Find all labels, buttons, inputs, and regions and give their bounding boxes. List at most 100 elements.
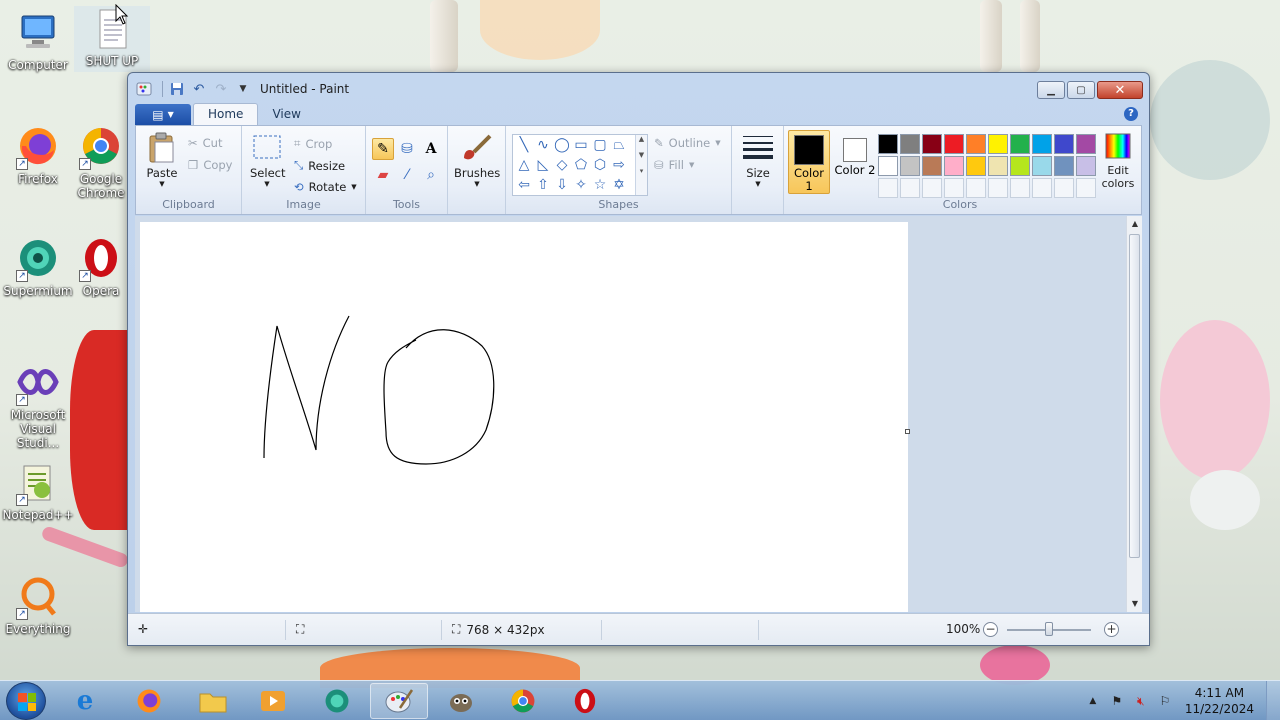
- custom-color-slot[interactable]: [1076, 178, 1096, 198]
- rounded-rectangle-shape-icon[interactable]: ▢: [591, 136, 609, 154]
- action-center-icon[interactable]: ⚑: [1109, 693, 1125, 709]
- oval-shape-icon[interactable]: ◯: [553, 136, 571, 154]
- palette-swatch[interactable]: [878, 156, 898, 176]
- custom-color-slot[interactable]: [1054, 178, 1074, 198]
- line-shape-icon[interactable]: ╲: [515, 136, 533, 154]
- custom-color-slot[interactable]: [878, 178, 898, 198]
- edit-colors-button[interactable]: Edit colors: [1100, 132, 1136, 190]
- rectangle-shape-icon[interactable]: ▭: [572, 136, 590, 154]
- palette-swatch[interactable]: [922, 156, 942, 176]
- palette-swatch[interactable]: [1054, 156, 1074, 176]
- palette-swatch[interactable]: [944, 156, 964, 176]
- pencil-icon[interactable]: ✎: [372, 138, 394, 160]
- palette-swatch[interactable]: [1010, 134, 1030, 154]
- size-button[interactable]: Size ▼: [736, 132, 780, 188]
- custom-color-slot[interactable]: [944, 178, 964, 198]
- color-picker-icon[interactable]: ⁄: [396, 164, 418, 186]
- palette-swatch[interactable]: [988, 134, 1008, 154]
- paint-menu-button[interactable]: ▤ ▼: [135, 104, 191, 125]
- tab-view[interactable]: View: [258, 104, 314, 125]
- paint-window[interactable]: ↶ ↷ ▼ Untitled - Paint ▁ ▢ ✕ ▤ ▼ Home Vie…: [127, 72, 1150, 646]
- desktop-icon-supermium[interactable]: ↗ Supermium: [0, 236, 76, 298]
- zoom-slider-thumb[interactable]: [1045, 622, 1053, 636]
- curve-shape-icon[interactable]: ∿: [534, 136, 552, 154]
- palette-swatch[interactable]: [1076, 156, 1096, 176]
- palette-swatch[interactable]: [1032, 134, 1052, 154]
- taskbar-paint[interactable]: [370, 683, 428, 719]
- palette-swatch[interactable]: [900, 134, 920, 154]
- triangle-shape-icon[interactable]: △: [515, 156, 533, 174]
- color2-button[interactable]: Color 2: [834, 130, 876, 194]
- eraser-icon[interactable]: ▰: [372, 164, 394, 186]
- undo-icon[interactable]: ↶: [191, 81, 207, 97]
- title-bar[interactable]: ↶ ↷ ▼ Untitled - Paint ▁ ▢ ✕: [128, 73, 1149, 103]
- fill-button[interactable]: ⛁ Fill ▼: [654, 158, 694, 172]
- taskbar-firefox[interactable]: [120, 683, 178, 719]
- palette-swatch[interactable]: [1054, 134, 1074, 154]
- volume-muted-icon[interactable]: 🔇︎: [1133, 693, 1149, 709]
- vertical-scrollbar[interactable]: ▲ ▼: [1126, 216, 1142, 612]
- taskbar-chrome[interactable]: [494, 683, 552, 719]
- fill-bucket-icon[interactable]: ⛁: [396, 138, 418, 160]
- custom-color-slot[interactable]: [900, 178, 920, 198]
- diamond-shape-icon[interactable]: ◇: [553, 156, 571, 174]
- palette-swatch[interactable]: [922, 134, 942, 154]
- taskbar-opera[interactable]: [556, 683, 614, 719]
- palette-swatch[interactable]: [944, 134, 964, 154]
- network-icon[interactable]: ⚐: [1157, 693, 1173, 709]
- pentagon-shape-icon[interactable]: ⬠: [572, 156, 590, 174]
- right-arrow-shape-icon[interactable]: ⇨: [610, 156, 628, 174]
- six-point-star-shape-icon[interactable]: ✡: [610, 176, 628, 194]
- desktop-icon-firefox[interactable]: ↗ Firefox: [0, 124, 76, 186]
- palette-swatch[interactable]: [1076, 134, 1096, 154]
- zoom-out-button[interactable]: −: [983, 622, 998, 637]
- palette-swatch[interactable]: [966, 134, 986, 154]
- left-arrow-shape-icon[interactable]: ⇦: [515, 176, 533, 194]
- desktop-icon-notepadpp[interactable]: ↗ Notepad++: [0, 460, 76, 522]
- five-point-star-shape-icon[interactable]: ☆: [591, 176, 609, 194]
- show-desktop-button[interactable]: [1266, 681, 1280, 720]
- tab-home[interactable]: Home: [193, 103, 259, 125]
- palette-swatch[interactable]: [878, 134, 898, 154]
- color1-button[interactable]: Color 1: [788, 130, 830, 194]
- custom-color-slot[interactable]: [1010, 178, 1030, 198]
- help-icon[interactable]: ?: [1124, 107, 1138, 121]
- show-hidden-icons-icon[interactable]: ▲: [1085, 693, 1101, 709]
- resize-button[interactable]: ⤡ Resize: [294, 158, 345, 173]
- taskbar-gimp[interactable]: [432, 683, 490, 719]
- magnifier-icon[interactable]: ⌕: [420, 164, 442, 186]
- palette-swatch[interactable]: [1032, 156, 1052, 176]
- palette-swatch[interactable]: [988, 156, 1008, 176]
- custom-color-slot[interactable]: [988, 178, 1008, 198]
- scroll-thumb[interactable]: [1129, 234, 1140, 558]
- canvas-resize-handle[interactable]: [905, 429, 910, 434]
- palette-swatch[interactable]: [1010, 156, 1030, 176]
- crop-button[interactable]: ⌗ Crop: [294, 136, 332, 151]
- down-arrow-shape-icon[interactable]: ⇩: [553, 176, 571, 194]
- clock[interactable]: 4:11 AM 11/22/2024: [1185, 685, 1254, 717]
- palette-swatch[interactable]: [900, 156, 920, 176]
- taskbar-internet-explorer[interactable]: e: [56, 683, 114, 719]
- drawing-canvas[interactable]: [140, 222, 908, 612]
- polygon-shape-icon[interactable]: ⏢: [610, 136, 628, 154]
- scroll-down-arrow-icon[interactable]: ▼: [1127, 596, 1142, 612]
- select-button[interactable]: Select ▼: [250, 134, 285, 188]
- desktop-icon-opera[interactable]: ↗ Opera: [74, 236, 128, 298]
- custom-color-slot[interactable]: [1032, 178, 1052, 198]
- minimize-button[interactable]: ▁: [1037, 81, 1065, 99]
- up-arrow-shape-icon[interactable]: ⇧: [534, 176, 552, 194]
- custom-color-slot[interactable]: [966, 178, 986, 198]
- customize-dropdown-icon[interactable]: ▼: [235, 81, 251, 97]
- palette-swatch[interactable]: [966, 156, 986, 176]
- right-triangle-shape-icon[interactable]: ◺: [534, 156, 552, 174]
- canvas-workspace[interactable]: ▲ ▼: [135, 216, 1142, 612]
- brushes-button[interactable]: Brushes ▼: [454, 132, 500, 188]
- close-button[interactable]: ✕: [1097, 81, 1143, 99]
- desktop-icon-computer[interactable]: Computer: [0, 10, 76, 72]
- taskbar-supermium[interactable]: [308, 683, 366, 719]
- start-button[interactable]: [6, 682, 46, 720]
- hexagon-shape-icon[interactable]: ⬡: [591, 156, 609, 174]
- maximize-button[interactable]: ▢: [1067, 81, 1095, 99]
- save-icon[interactable]: [169, 81, 185, 97]
- desktop-icon-visual-studio[interactable]: ↗ Microsoft Visual Studi...: [0, 360, 76, 450]
